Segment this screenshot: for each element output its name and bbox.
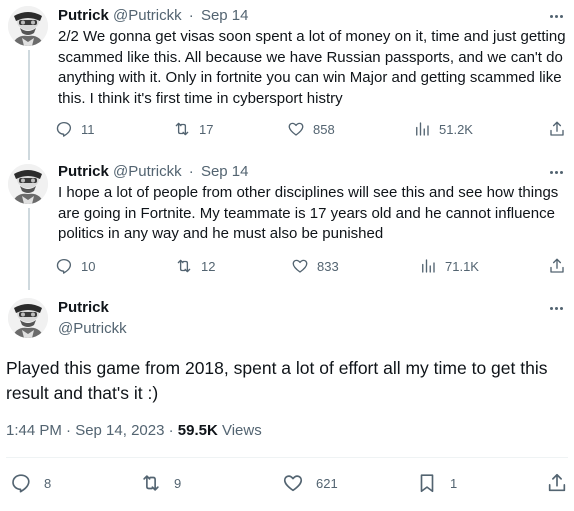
views-button[interactable]: 71.1K — [419, 256, 479, 276]
timestamp[interactable]: 1:44 PM · Sep 14, 2023 · — [6, 422, 178, 439]
main-author-name[interactable]: Putrick — [58, 298, 109, 318]
retweet-count: 17 — [199, 121, 214, 137]
reply-icon — [55, 257, 73, 275]
reply-icon — [10, 472, 32, 494]
tweet-meta: 1:44 PM · Sep 14, 2023 · 59.5K Views — [6, 421, 262, 441]
like-count: 858 — [313, 121, 335, 137]
like-icon — [291, 257, 309, 275]
main-tweet-text: Played this game from 2018, spent a lot … — [6, 358, 548, 403]
like-button[interactable]: 858 — [287, 119, 335, 139]
thread-tweet-2[interactable]: Putrick @Putrickk · Sep 14 I hope a lot … — [0, 160, 574, 290]
bookmark-icon — [416, 472, 438, 494]
author-name[interactable]: Putrick — [58, 7, 109, 24]
views-button[interactable]: 51.2K — [413, 119, 473, 139]
tweet-time[interactable]: Sep 14 — [201, 163, 249, 180]
reply-count: 8 — [44, 475, 52, 491]
separator-dot: · — [188, 163, 194, 180]
reply-button[interactable]: 8 — [10, 471, 51, 495]
tweet-actions: 10 12 833 71.1K — [55, 256, 570, 276]
tweet-actions: 11 17 858 51.2K — [55, 119, 570, 139]
reply-icon — [55, 120, 73, 138]
like-icon — [287, 120, 305, 138]
share-icon — [546, 472, 568, 494]
avatar[interactable] — [8, 6, 48, 46]
share-icon — [548, 120, 566, 138]
share-button[interactable] — [546, 471, 568, 495]
more-icon[interactable] — [546, 6, 566, 26]
share-icon — [548, 257, 566, 275]
thread-line — [28, 208, 30, 290]
divider — [6, 457, 568, 458]
tweet-header: Putrick @Putrickk · Sep 14 — [58, 162, 249, 182]
tweet-time[interactable]: Sep 14 — [201, 7, 249, 24]
like-count: 621 — [316, 475, 338, 491]
tweet-text: I hope a lot of people from other discip… — [58, 184, 559, 242]
reply-count: 11 — [81, 121, 95, 137]
author-handle[interactable]: @Putrickk — [113, 7, 182, 24]
share-button[interactable] — [548, 256, 566, 276]
tweet-header: Putrick @Putrickk · Sep 14 — [58, 6, 249, 26]
retweet-icon — [173, 120, 191, 138]
views-label: Views — [221, 422, 262, 439]
retweet-button[interactable]: 12 — [175, 256, 215, 276]
views-icon — [419, 257, 437, 275]
like-button[interactable]: 621 — [282, 471, 338, 495]
views-count: 51.2K — [439, 121, 473, 137]
retweet-count: 9 — [174, 475, 182, 491]
bookmark-button[interactable]: 1 — [416, 471, 457, 495]
like-count: 833 — [317, 258, 339, 274]
author-handle[interactable]: @Putrickk — [113, 163, 182, 180]
separator-dot: · — [188, 7, 194, 24]
like-button[interactable]: 833 — [291, 256, 339, 276]
thread-line — [28, 50, 30, 160]
main-tweet-actions: 8 9 621 1 — [10, 471, 570, 495]
author-name[interactable]: Putrick — [58, 163, 109, 180]
bookmark-count: 1 — [450, 475, 458, 491]
retweet-button[interactable]: 9 — [140, 471, 181, 495]
reply-count: 10 — [81, 258, 96, 274]
views-total: 59.5K — [177, 422, 218, 439]
avatar[interactable] — [8, 164, 48, 204]
retweet-button[interactable]: 17 — [173, 119, 213, 139]
thread-tweet-1[interactable]: Putrick @Putrickk · Sep 14 2/2 We gonna … — [0, 0, 574, 160]
views-count: 71.1K — [445, 258, 479, 274]
like-icon — [282, 472, 304, 494]
retweet-icon — [140, 472, 162, 494]
main-avatar[interactable] — [8, 298, 48, 338]
reply-button[interactable]: 11 — [55, 119, 95, 139]
more-icon[interactable] — [546, 298, 566, 318]
share-button[interactable] — [548, 119, 566, 139]
more-icon[interactable] — [546, 162, 566, 182]
tweet-text: 2/2 We gonna get visas soon spent a lot … — [58, 28, 566, 107]
main-author-handle[interactable]: @Putrickk — [58, 319, 127, 339]
reply-button[interactable]: 10 — [55, 256, 95, 276]
retweet-icon — [175, 257, 193, 275]
retweet-count: 12 — [201, 258, 216, 274]
views-icon — [413, 120, 431, 138]
